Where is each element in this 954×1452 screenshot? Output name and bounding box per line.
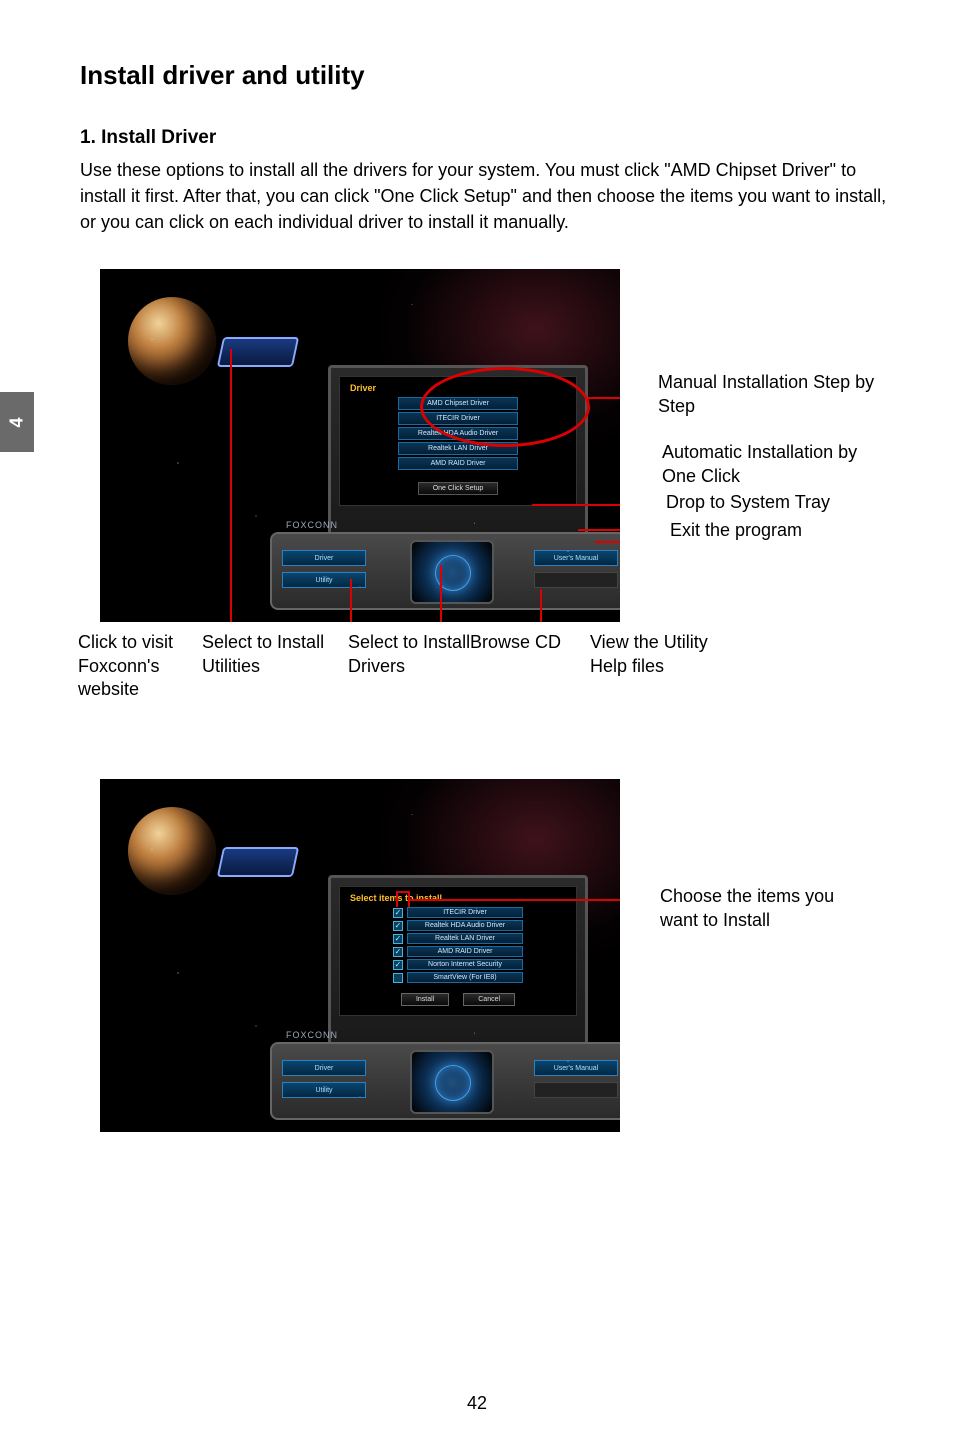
console-brand[interactable]: FOXCONN — [286, 1030, 338, 1040]
figure-1-block: Driver AMD Chipset Driver ITECIR Driver … — [100, 269, 894, 719]
utility-tab-button[interactable]: Utility — [282, 572, 366, 588]
callout-browse: Browse CD — [470, 631, 580, 654]
callout-auto: Automatic Installation by One Click — [662, 441, 892, 488]
install-item-row[interactable]: ✓Realtek LAN Driver — [393, 933, 523, 944]
callout-drivers: Select to Install Drivers — [348, 631, 478, 678]
annotation-line — [532, 504, 620, 506]
annotation-line — [588, 397, 620, 399]
console-slot — [534, 1082, 618, 1098]
figure-2-block: Select items to install ✓ITECIR Driver ✓… — [100, 779, 894, 1159]
annotation-line — [408, 899, 620, 901]
chapter-tab: 4 — [0, 392, 34, 452]
console-slot — [534, 572, 618, 588]
select-items-title: Select items to install — [350, 893, 566, 903]
console-brand[interactable]: FOXCONN — [286, 520, 338, 530]
driver-item[interactable]: AMD Chipset Driver — [398, 397, 518, 410]
callout-tray: Drop to System Tray — [666, 491, 896, 514]
annotation-line — [595, 541, 620, 543]
figure-1: Driver AMD Chipset Driver ITECIR Driver … — [100, 269, 620, 622]
install-item-row[interactable]: ✓ITECIR Driver — [393, 907, 523, 918]
annotation-line — [396, 891, 410, 893]
annotation-line — [578, 529, 620, 531]
install-item-row[interactable]: ✓AMD RAID Driver — [393, 946, 523, 957]
planet-graphic — [128, 297, 216, 385]
planet-graphic — [128, 807, 216, 895]
checkbox-icon[interactable]: ✓ — [393, 934, 403, 944]
figure-2: Select items to install ✓ITECIR Driver ✓… — [100, 779, 620, 1132]
tray-icon-group — [542, 536, 582, 554]
callout-exit: Exit the program — [670, 519, 900, 542]
callout-utilities: Select to Install Utilities — [202, 631, 342, 678]
tray-icon-group — [542, 1046, 582, 1064]
exit-icon[interactable] — [564, 1046, 582, 1064]
install-item-row[interactable]: ✓Norton Internet Security — [393, 959, 523, 970]
page-number: 42 — [0, 1393, 954, 1414]
checkbox-icon[interactable]: ✓ — [393, 908, 403, 918]
install-button[interactable]: Install — [401, 993, 449, 1006]
callout-manual: Manual Installation Step by Step — [658, 371, 878, 418]
page-title: Install driver and utility — [80, 60, 894, 91]
install-item-row[interactable]: SmartView (For IE8) — [393, 972, 523, 983]
install-item-row[interactable]: ✓Realtek HDA Audio Driver — [393, 920, 523, 931]
users-manual-button[interactable]: User's Manual — [534, 550, 618, 566]
driver-panel-title: Driver — [350, 383, 566, 393]
annotation-line — [540, 589, 542, 622]
annotation-line — [440, 565, 442, 622]
annotation-line — [408, 891, 410, 907]
section-body: Use these options to install all the dri… — [80, 157, 894, 235]
users-manual-button[interactable]: User's Manual — [534, 1060, 618, 1076]
minimize-tray-icon[interactable] — [542, 536, 560, 554]
select-items-monitor: Select items to install ✓ITECIR Driver ✓… — [328, 875, 588, 1047]
callout-choose-items: Choose the items you want to Install — [660, 885, 870, 932]
driver-item[interactable]: ITECIR Driver — [398, 412, 518, 425]
callout-help: View the Utility Help files — [590, 631, 740, 678]
annotation-line — [350, 579, 352, 622]
callout-website: Click to visit Foxconn's website — [78, 631, 198, 701]
foxconn-logo-badge — [217, 337, 299, 367]
browse-cd-dial[interactable] — [410, 1050, 494, 1114]
annotation-line — [230, 349, 232, 622]
checkbox-icon[interactable] — [393, 973, 403, 983]
annotation-ellipse — [420, 367, 590, 447]
annotation-line — [396, 891, 398, 907]
driver-monitor: Driver AMD Chipset Driver ITECIR Driver … — [328, 365, 588, 537]
utility-tab-button[interactable]: Utility — [282, 1082, 366, 1098]
driver-tab-button[interactable]: Driver — [282, 550, 366, 566]
driver-tab-button[interactable]: Driver — [282, 1060, 366, 1076]
exit-icon[interactable] — [564, 536, 582, 554]
checkbox-icon[interactable]: ✓ — [393, 947, 403, 957]
cancel-button[interactable]: Cancel — [463, 993, 515, 1006]
driver-item[interactable]: Realtek LAN Driver — [398, 442, 518, 455]
driver-item[interactable]: Realtek HDA Audio Driver — [398, 427, 518, 440]
minimize-tray-icon[interactable] — [542, 1046, 560, 1064]
section-heading: 1. Install Driver — [80, 127, 894, 149]
checkbox-icon[interactable]: ✓ — [393, 921, 403, 931]
driver-item[interactable]: AMD RAID Driver — [398, 457, 518, 470]
bottom-console: FOXCONN Driver Utility User's Manual — [270, 1042, 620, 1120]
checkbox-icon[interactable]: ✓ — [393, 960, 403, 970]
one-click-setup-button[interactable]: One Click Setup — [418, 482, 498, 495]
bottom-console: FOXCONN Driver Utility User's Manual — [270, 532, 620, 610]
browse-cd-dial[interactable] — [410, 540, 494, 604]
foxconn-logo-badge — [217, 847, 299, 877]
